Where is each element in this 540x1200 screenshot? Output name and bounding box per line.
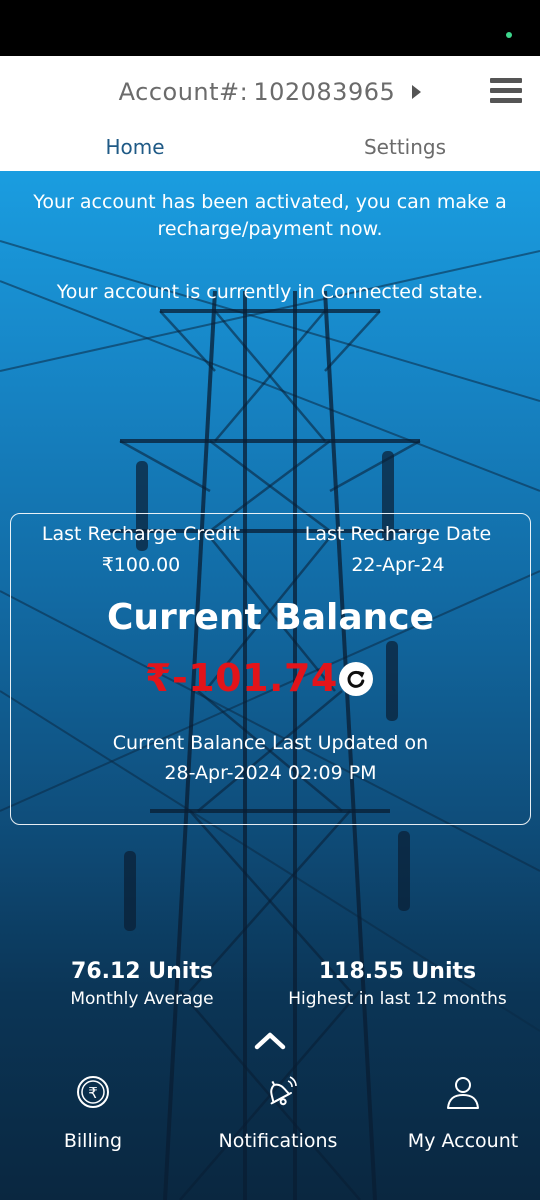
account-label: Account#: bbox=[118, 78, 249, 106]
account-number: 102083965 bbox=[253, 78, 396, 106]
user-icon bbox=[447, 1077, 479, 1109]
last-recharge-credit-label: Last Recharge Credit bbox=[41, 523, 241, 545]
nav-notifications[interactable]: Notifications bbox=[205, 1072, 351, 1172]
monthly-average-value: 76.12 Units bbox=[71, 959, 213, 984]
highest-usage-value: 118.55 Units bbox=[318, 959, 477, 984]
status-bar bbox=[0, 0, 540, 56]
status-indicator-dot bbox=[506, 32, 512, 38]
account-state-notice: Your account is currently in Connected s… bbox=[56, 281, 484, 303]
chevron-up-icon[interactable] bbox=[252, 1028, 288, 1052]
balance-card: Last Recharge Credit ₹100.00 Last Rechar… bbox=[10, 513, 531, 825]
tab-home[interactable]: Home bbox=[0, 128, 270, 171]
tab-settings[interactable]: Settings bbox=[270, 128, 540, 171]
current-balance-title: Current Balance bbox=[106, 597, 435, 638]
last-recharge-date-label: Last Recharge Date bbox=[304, 523, 492, 545]
nav-notifications-label: Notifications bbox=[218, 1130, 338, 1152]
last-recharge-credit: Last Recharge Credit ₹100.00 bbox=[16, 520, 266, 582]
app-header: Account#: 102083965 Home Settings bbox=[0, 56, 540, 171]
rupee-coin-icon: ₹ bbox=[77, 1076, 109, 1108]
monthly-average-label: Monthly Average bbox=[70, 989, 214, 1009]
current-balance-amount: ₹-101.74 bbox=[145, 656, 338, 700]
caret-right-icon bbox=[412, 85, 422, 99]
nav-billing-label: Billing bbox=[63, 1130, 123, 1152]
account-selector[interactable]: Account#: 102083965 bbox=[0, 74, 540, 110]
monthly-average-stat: 76.12 Units Monthly Average bbox=[42, 957, 242, 1011]
bell-icon bbox=[270, 1076, 297, 1106]
nav-billing[interactable]: ₹ Billing bbox=[30, 1072, 156, 1172]
nav-my-account-label: My Account bbox=[407, 1130, 519, 1152]
refresh-icon[interactable] bbox=[339, 662, 373, 696]
last-recharge-credit-value: ₹100.00 bbox=[101, 554, 181, 576]
last-updated-value: 28-Apr-2024 02:09 PM bbox=[164, 762, 377, 784]
nav-my-account[interactable]: My Account bbox=[398, 1072, 528, 1172]
highest-usage-stat: 118.55 Units Highest in last 12 months bbox=[280, 957, 515, 1011]
last-recharge-date-value: 22-Apr-24 bbox=[351, 554, 445, 576]
account-activated-notice: Your account has been activated, you can… bbox=[33, 191, 507, 240]
svg-text:₹: ₹ bbox=[88, 1084, 98, 1102]
last-updated-label: Current Balance Last Updated on bbox=[112, 732, 429, 754]
balance-last-updated: Current Balance Last Updated on 28-Apr-2… bbox=[11, 728, 530, 788]
hamburger-menu-icon[interactable] bbox=[490, 78, 522, 104]
home-content: Your account has been activated, you can… bbox=[0, 171, 540, 1200]
last-recharge-date: Last Recharge Date 22-Apr-24 bbox=[273, 520, 523, 582]
bottom-navigation: ₹ Billing Notifications My Account bbox=[0, 1072, 540, 1200]
highest-usage-label: Highest in last 12 months bbox=[288, 989, 507, 1009]
tab-bar: Home Settings bbox=[0, 128, 540, 171]
